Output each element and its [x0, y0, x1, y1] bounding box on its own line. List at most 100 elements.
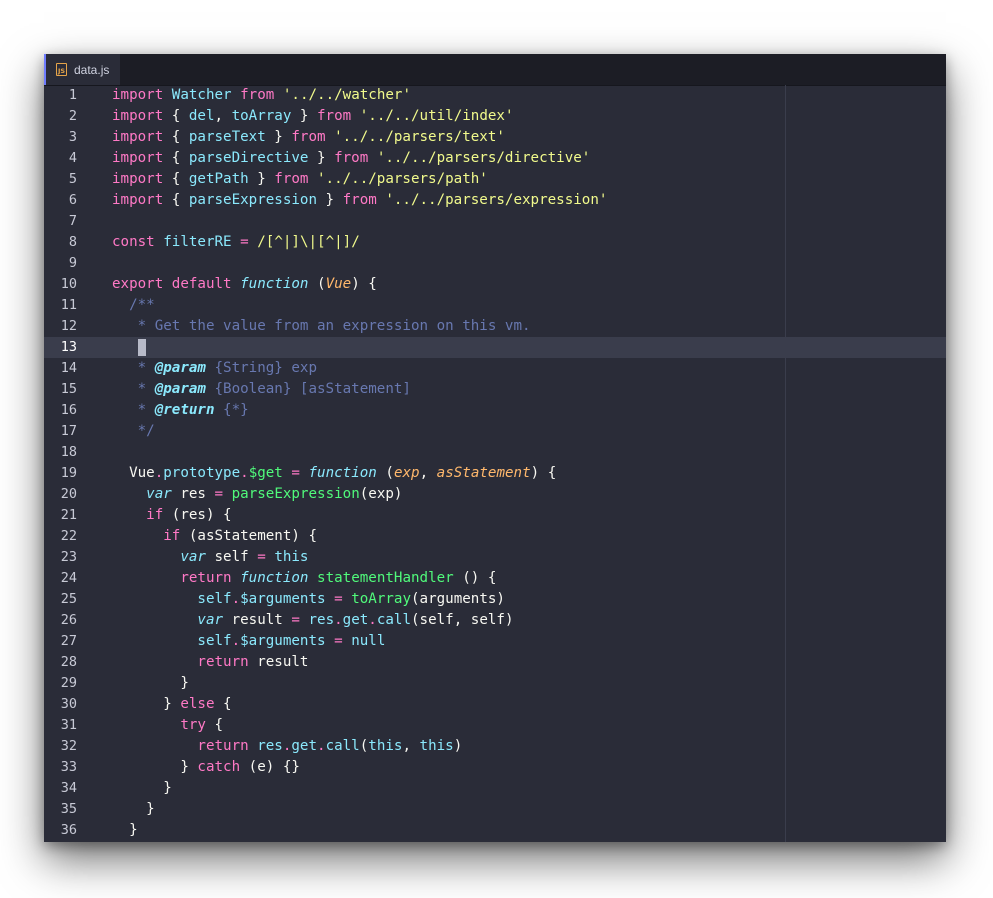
- code-line[interactable]: 7: [44, 211, 946, 232]
- code-text: * @param {Boolean} [asStatement]: [112, 379, 411, 400]
- code-token: {: [214, 696, 232, 712]
- code-line[interactable]: 31 try {: [44, 715, 946, 736]
- code-line[interactable]: 11 /**: [44, 295, 946, 316]
- code-line[interactable]: 22 if (asStatement) {: [44, 526, 946, 547]
- code-line[interactable]: 30 } else {: [44, 694, 946, 715]
- code-editor[interactable]: 1 import Watcher from '../../watcher' 2 imp…: [44, 85, 946, 842]
- code-token: *: [137, 402, 155, 418]
- code-token: /**: [129, 297, 155, 313]
- code-token: }: [112, 675, 189, 691]
- line-number: 6: [68, 192, 77, 208]
- code-text: }: [112, 778, 172, 799]
- code-token: }: [112, 780, 172, 796]
- code-token: return: [180, 570, 232, 586]
- code-line[interactable]: 34 }: [44, 778, 946, 799]
- code-token: import: [112, 129, 164, 145]
- code-token: }: [112, 759, 198, 775]
- code-line[interactable]: 14 * @param {String} exp: [44, 358, 946, 379]
- code-line[interactable]: 26 var result = res.get.call(self, self): [44, 610, 946, 631]
- code-line[interactable]: 8 const filterRE = /[^|]\|[^|]/: [44, 232, 946, 253]
- code-line[interactable]: 5 import { getPath } from '../../parsers/…: [44, 169, 946, 190]
- code-line[interactable]: 35 }: [44, 799, 946, 820]
- code-token: from: [274, 171, 309, 187]
- code-token: (: [359, 738, 369, 754]
- code-token: }: [308, 150, 335, 166]
- code-token: import: [112, 192, 164, 208]
- code-token: var: [146, 486, 172, 502]
- code-line[interactable]: 13: [44, 337, 946, 358]
- code-line[interactable]: 17 */: [44, 421, 946, 442]
- code-line[interactable]: 33 } catch (e) {}: [44, 757, 946, 778]
- code-line[interactable]: 36 }: [44, 820, 946, 841]
- code-line[interactable]: 23 var self = this: [44, 547, 946, 568]
- code-text: import Watcher from '../../watcher': [112, 85, 411, 106]
- code-line[interactable]: 4 import { parseDirective } from '../../p…: [44, 148, 946, 169]
- line-number: 31: [60, 717, 77, 733]
- code-token: result: [223, 612, 292, 628]
- code-token: =: [334, 591, 343, 607]
- code-token: }: [112, 801, 155, 817]
- code-token: statementHandler: [317, 570, 454, 586]
- code-line[interactable]: 15 * @param {Boolean} [asStatement]: [44, 379, 946, 400]
- code-line[interactable]: 10 export default function (Vue) {: [44, 274, 946, 295]
- code-text: * @return {*}: [112, 400, 249, 421]
- code-token: export: [112, 276, 164, 292]
- tab-bar: JS data.js: [44, 54, 946, 86]
- code-line[interactable]: 1 import Watcher from '../../watcher': [44, 85, 946, 106]
- code-line[interactable]: 20 var res = parseExpression(exp): [44, 484, 946, 505]
- code-token: parseText: [188, 129, 266, 145]
- code-text: self.$arguments = toArray(arguments): [112, 589, 505, 610]
- code-text: try {: [112, 715, 223, 736]
- code-token: =: [291, 465, 300, 481]
- code-token: del: [188, 108, 215, 124]
- code-line[interactable]: 16 * @return {*}: [44, 400, 946, 421]
- code-text: }: [112, 673, 189, 694]
- code-line[interactable]: 29 }: [44, 673, 946, 694]
- code-line[interactable]: 18: [44, 442, 946, 463]
- code-line[interactable]: 28 return result: [44, 652, 946, 673]
- code-token: from: [342, 192, 377, 208]
- code-text: var result = res.get.call(self, self): [112, 610, 513, 631]
- code-token: var: [197, 612, 224, 628]
- code-line[interactable]: 3 import { parseText } from '../../parser…: [44, 127, 946, 148]
- code-token: prototype: [163, 465, 241, 481]
- tab-data-js[interactable]: JS data.js: [44, 54, 120, 85]
- code-token: get: [291, 738, 318, 754]
- code-line[interactable]: 27 self.$arguments = null: [44, 631, 946, 652]
- line-number: 19: [60, 465, 77, 481]
- code-text: if (asStatement) {: [112, 526, 317, 547]
- code-line[interactable]: 24 return function statementHandler () {: [44, 568, 946, 589]
- line-number: 24: [60, 570, 77, 586]
- code-text: } catch (e) {}: [112, 757, 300, 778]
- code-line[interactable]: 19 Vue.prototype.$get = function (exp, a…: [44, 463, 946, 484]
- code-token: parseDirective: [188, 150, 309, 166]
- code-token: '../../watcher': [282, 87, 411, 103]
- code-line[interactable]: 12 * Get the value from an expression on…: [44, 316, 946, 337]
- code-token: $arguments: [240, 633, 326, 649]
- code-line[interactable]: 32 return res.get.call(this, this): [44, 736, 946, 757]
- code-line[interactable]: 25 self.$arguments = toArray(arguments): [44, 589, 946, 610]
- line-number: 30: [60, 696, 77, 712]
- code-token: .: [334, 612, 343, 628]
- code-token: this: [368, 738, 403, 754]
- code-token: self: [205, 549, 258, 565]
- code-token: .: [368, 612, 377, 628]
- line-number: 13: [60, 339, 77, 355]
- code-line[interactable]: 6 import { parseExpression } from '../../…: [44, 190, 946, 211]
- code-line[interactable]: 2 import { del, toArray } from '../../uti…: [44, 106, 946, 127]
- code-token: self: [197, 591, 232, 607]
- code-line[interactable]: 9: [44, 253, 946, 274]
- code-line[interactable]: 21 if (res) {: [44, 505, 946, 526]
- code-text: if (res) {: [112, 505, 231, 526]
- line-number: 10: [60, 276, 77, 292]
- code-token: ,: [214, 108, 232, 124]
